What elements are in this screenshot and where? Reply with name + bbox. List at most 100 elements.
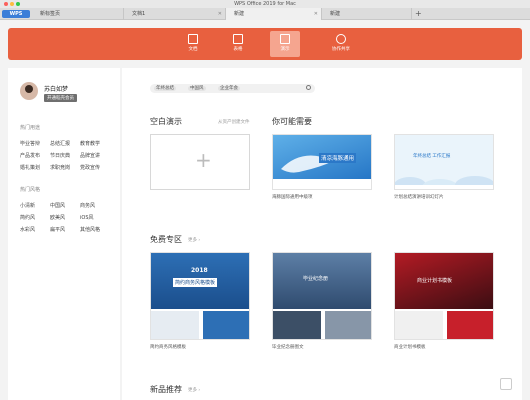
document-icon [188, 34, 198, 44]
tab-new[interactable]: 新建 [322, 8, 412, 20]
new-more-link[interactable]: 更多 › [188, 387, 200, 393]
tag-item[interactable]: 产品发布 [20, 152, 50, 159]
new-text-button[interactable]: 文档 [178, 31, 208, 57]
blank-section-title: 空白演示 [150, 117, 182, 126]
tag-item[interactable]: 求职竞岗 [50, 164, 80, 171]
maybe-section-title: 你可能需要 [272, 117, 312, 126]
tag-item[interactable]: 毕业答辩 [20, 140, 50, 147]
tag-row: 产品发布 节日庆典 品牌宣讲 [20, 152, 110, 159]
tag-item[interactable]: 教育教学 [80, 140, 110, 147]
template-card-business[interactable]: 2018 简约商务风格模板 [150, 252, 250, 340]
close-tab-icon[interactable]: ✕ [314, 8, 318, 20]
thumb [325, 311, 371, 339]
tab-label: 新建 [234, 11, 245, 17]
add-tab-button[interactable]: + [415, 8, 422, 20]
new-presentation-button[interactable]: 演示 [270, 31, 300, 57]
ribbon-label: 演示 [280, 47, 290, 52]
main-panel: 年终总结 中国风 企业年会 空白演示 从资产创建文件 + 你可能需要 清凉海豚通… [122, 68, 522, 400]
search-chip[interactable]: 年终总结 [154, 86, 176, 91]
template-title: 简约商务风格模板 [173, 278, 218, 287]
tag-row: 简约风 欧美风 iOS风 [20, 214, 110, 221]
share-button[interactable]: 协作共享 [326, 31, 356, 57]
feedback-button[interactable] [500, 378, 512, 390]
tag-item[interactable]: 品牌宣讲 [80, 152, 110, 159]
sidebar: 苏白如梦 开通稻壳会员 热门用途 毕业答辩 总结汇报 教育教学 产品发布 节日庆典 品牌… [8, 68, 120, 400]
thumb [395, 311, 443, 339]
thumb [447, 311, 493, 339]
close-icon[interactable] [4, 2, 8, 6]
template-caption: 商业计划书模板 [394, 345, 426, 350]
blank-section-subtitle: 从资产创建文件 [218, 120, 250, 125]
thumb [151, 311, 199, 339]
tag-item[interactable]: iOS风 [80, 214, 110, 221]
template-caption: 毕业纪念册图文 [272, 345, 304, 350]
template-caption: 简约商务风格模板 [150, 345, 186, 350]
presentation-icon [280, 34, 290, 44]
zoom-icon[interactable] [16, 2, 20, 6]
tab-new-active[interactable]: 新建 ✕ [226, 8, 322, 20]
tab-new-page[interactable]: 新标签页 [32, 8, 124, 20]
tag-row: 婚礼策划 求职竞岗 党政宣传 [20, 164, 110, 171]
tag-row: 小清新 中国风 商务风 [20, 202, 110, 209]
tag-item[interactable]: 扁平风 [50, 226, 80, 233]
free-section-title: 免费专区 [150, 235, 182, 244]
tag-item[interactable]: 中国风 [50, 202, 80, 209]
tag-item[interactable]: 小清新 [20, 202, 50, 209]
new-sheet-button[interactable]: 表格 [223, 31, 253, 57]
avatar[interactable] [20, 82, 38, 100]
tag-row: 水彩风 扁平风 其他风格 [20, 226, 110, 233]
ribbon-bar: 文档 表格 演示 协作共享 [8, 28, 522, 60]
user-name: 苏白如梦 [44, 86, 69, 93]
plus-icon: + [195, 148, 212, 172]
template-title: 毕业纪念册 [303, 276, 329, 282]
template-caption: 计划总结演讲培训幻灯片 [394, 195, 444, 200]
close-tab-icon[interactable]: ✕ [218, 8, 222, 20]
new-section-title: 新品推荐 [150, 385, 182, 394]
window-titlebar: WPS Office 2019 for Mac [0, 0, 530, 8]
tag-item[interactable]: 婚礼策划 [20, 164, 50, 171]
ribbon-label: 协作共享 [332, 47, 350, 52]
search-bar[interactable]: 年终总结 中国风 企业年会 [150, 84, 315, 93]
window-title: WPS Office 2019 for Mac [234, 1, 296, 7]
template-card-graduation[interactable]: 毕业纪念册 [272, 252, 372, 340]
blank-presentation-card[interactable]: + [150, 134, 250, 190]
tag-item[interactable]: 欧美风 [50, 214, 80, 221]
search-icon[interactable] [306, 85, 311, 90]
template-title: 商业计划书模板 [417, 278, 453, 284]
hot-style-heading: 热门风格 [20, 187, 41, 193]
free-more-link[interactable]: 更多 › [188, 237, 200, 243]
table-icon [233, 34, 243, 44]
tag-item[interactable]: 节日庆典 [50, 152, 80, 159]
clouds-illustration [395, 176, 493, 189]
template-title: 年终总结 工作汇报 [413, 154, 451, 159]
tag-item[interactable]: 简约风 [20, 214, 50, 221]
tag-item[interactable]: 商务风 [80, 202, 110, 209]
member-badge[interactable]: 开通稻壳会员 [44, 94, 77, 102]
template-title: 清凉海豚通用 [319, 153, 357, 163]
search-chip[interactable]: 企业年会 [218, 86, 240, 91]
share-icon [336, 34, 346, 44]
template-card-clouds[interactable]: 年终总结 工作汇报 [394, 134, 494, 190]
tag-item[interactable]: 党政宣传 [80, 164, 110, 171]
thumb [273, 311, 321, 339]
tag-item[interactable]: 总结汇报 [50, 140, 80, 147]
tag-row: 毕业答辩 总结汇报 教育教学 [20, 140, 110, 147]
tab-label: 文档1 [132, 11, 146, 17]
minimize-icon[interactable] [10, 2, 14, 6]
tab-label: 新建 [330, 11, 341, 17]
hot-use-heading: 热门用途 [20, 125, 41, 131]
thumb [203, 311, 249, 339]
ribbon-label: 表格 [233, 47, 243, 52]
window-controls[interactable] [4, 2, 20, 6]
ribbon-label: 文档 [188, 47, 198, 52]
tab-bar: WPS 新标签页 文档1 ✕ 新建 ✕ 新建 + [0, 8, 530, 20]
tag-item[interactable]: 其他风格 [80, 226, 110, 233]
wps-home-button[interactable]: WPS [2, 10, 30, 18]
tag-item[interactable]: 水彩风 [20, 226, 50, 233]
template-card-business-plan[interactable]: 商业计划书模板 [394, 252, 494, 340]
tab-doc1[interactable]: 文档1 ✕ [124, 8, 226, 20]
template-year: 2018 [191, 267, 208, 274]
search-chip[interactable]: 中国风 [188, 86, 206, 91]
template-card-whale[interactable]: 清凉海豚通用 [272, 134, 372, 190]
tab-label: 新标签页 [40, 11, 61, 17]
